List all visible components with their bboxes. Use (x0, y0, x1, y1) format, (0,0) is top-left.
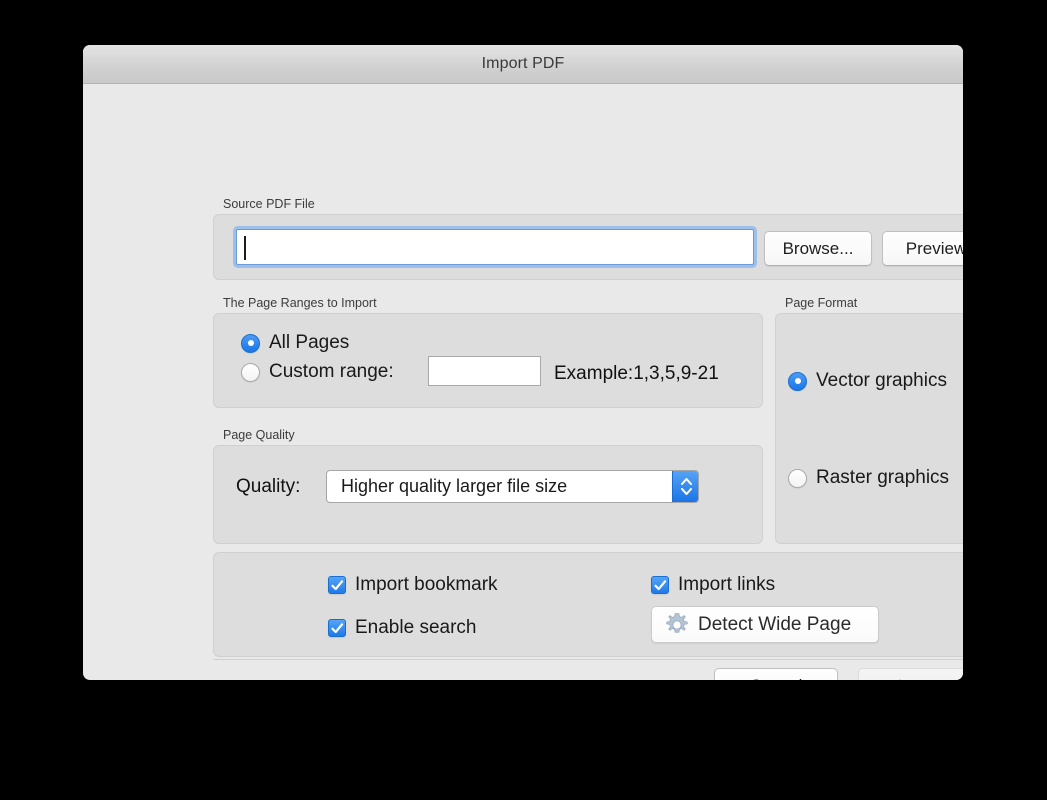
custom-range-example-text: Example:1,3,5,9-21 (554, 363, 719, 384)
radio-all-pages[interactable]: All Pages (241, 332, 349, 354)
radio-indicator-all-pages (241, 333, 260, 353)
radio-label-raster-graphics: Raster graphics (816, 467, 950, 488)
quality-selected-value: Higher quality larger file size (341, 476, 568, 496)
radio-vector-graphics[interactable]: Vector graphics (788, 370, 947, 392)
radio-indicator-vector-graphics (788, 371, 807, 391)
custom-range-input[interactable] (428, 356, 541, 386)
stepper-arrows-icon[interactable] (672, 471, 698, 502)
import-button[interactable]: Import (858, 668, 963, 680)
checkbox-import-bookmark[interactable]: Import bookmark (328, 574, 498, 596)
page-ranges-label: The Page Ranges to Import (223, 296, 377, 310)
radio-label-all-pages: All Pages (269, 332, 350, 353)
radio-custom-range[interactable]: Custom range: (241, 361, 394, 383)
page-quality-label: Page Quality (223, 428, 295, 442)
page-format-label: Page Format (785, 296, 858, 310)
checkbox-import-links[interactable]: Import links (651, 574, 775, 596)
checkbox-label-enable-search: Enable search (355, 617, 477, 638)
page-title: Import PDF (481, 55, 565, 72)
detect-wide-page-label: Detect Wide Page (698, 613, 852, 635)
radio-label-vector-graphics: Vector graphics (816, 370, 947, 391)
browse-button[interactable]: Browse... (764, 231, 872, 266)
radio-indicator-custom-range (241, 362, 260, 382)
source-pdf-path-input[interactable] (236, 229, 754, 265)
cancel-button[interactable]: Cancel (714, 668, 838, 680)
checkbox-enable-search[interactable]: Enable search (328, 617, 476, 639)
checkbox-label-import-links: Import links (678, 574, 776, 595)
checkmark-icon-import-links (651, 576, 669, 594)
source-pdf-file-label: Source PDF File (223, 197, 315, 211)
preview-button[interactable]: Preview (882, 231, 963, 266)
text-caret (244, 236, 246, 260)
quality-field-label: Quality: (236, 476, 301, 497)
chevron-down-icon (680, 488, 692, 495)
footer-divider (213, 659, 963, 660)
checkmark-icon-enable-search (328, 619, 346, 637)
page-format-panel (775, 313, 963, 544)
checkmark-icon-import-bookmark (328, 576, 346, 594)
quality-combobox[interactable]: Higher quality larger file size (326, 470, 699, 503)
gear-icon (664, 612, 690, 638)
radio-raster-graphics[interactable]: Raster graphics (788, 467, 949, 489)
checkbox-label-import-bookmark: Import bookmark (355, 574, 498, 595)
dialog-titlebar: Import PDF (83, 45, 963, 84)
chevron-up-icon (680, 478, 692, 485)
radio-indicator-raster-graphics (788, 468, 807, 488)
import-pdf-dialog: Import PDF Source PDF File Browse... Pre… (83, 45, 963, 680)
radio-label-custom-range: Custom range: (269, 361, 394, 382)
detect-wide-page-button[interactable]: Detect Wide Page (651, 606, 879, 643)
